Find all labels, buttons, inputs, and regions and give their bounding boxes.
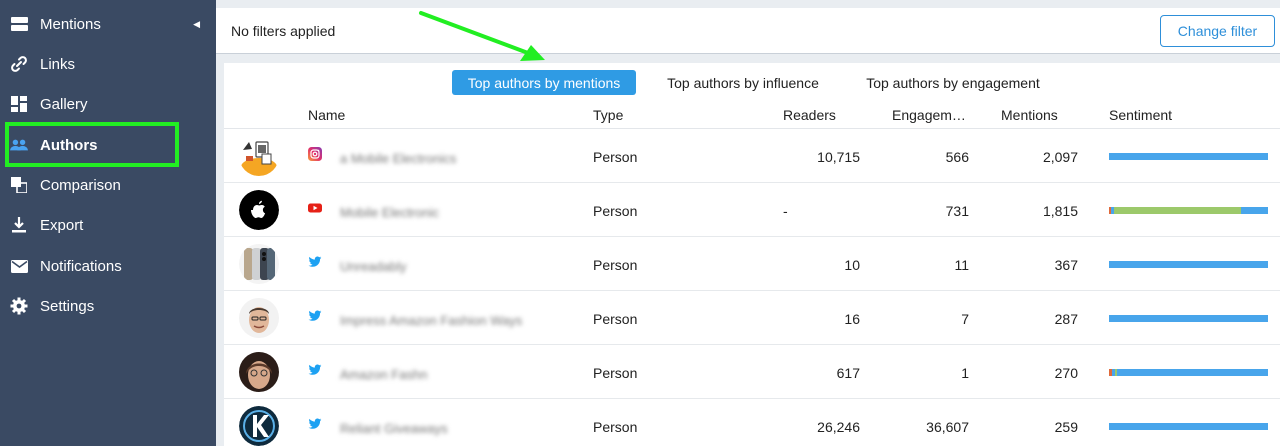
avatar[interactable] (239, 136, 279, 176)
author-type: Person (593, 419, 638, 435)
twitter-icon (308, 309, 322, 323)
sidebar-item-export[interactable]: Export (0, 205, 216, 245)
table-row[interactable]: Reliant Giveaways Person 26,246 36,607 2… (224, 399, 1280, 446)
author-mentions: 367 (1054, 257, 1078, 273)
avatar[interactable] (239, 352, 279, 392)
sidebar-item-comparison[interactable]: Comparison (0, 165, 216, 205)
avatar[interactable] (239, 244, 279, 284)
sidebar-item-settings[interactable]: Settings (0, 286, 216, 326)
author-mentions: 270 (1054, 365, 1078, 381)
mentions-icon (10, 15, 28, 33)
sentiment-positive-segment (1113, 207, 1241, 214)
author-name[interactable]: Reliant Giveaways (340, 421, 448, 436)
avatar[interactable] (239, 190, 279, 230)
avatar[interactable] (239, 298, 279, 338)
sidebar-item-label: Export (40, 216, 84, 234)
table-row[interactable]: Amazon Fashn Person 617 1 270 (224, 345, 1280, 399)
sidebar-item-notifications[interactable]: Notifications (0, 246, 216, 286)
gear-icon (10, 297, 28, 315)
author-engagement: 36,607 (926, 419, 969, 435)
sidebar: Mentions ◀ Links Gallery Authors Compari… (0, 0, 216, 446)
author-name[interactable]: Mobile Electronic (340, 205, 439, 220)
twitter-icon (308, 417, 322, 431)
tab-bar: Top authors by mentions Top authors by i… (224, 70, 1280, 95)
highlight-box (5, 122, 179, 167)
collapse-caret-icon[interactable]: ◀ (193, 19, 200, 30)
author-engagement: 566 (945, 149, 969, 165)
column-header-mentions[interactable]: Mentions (1001, 107, 1058, 123)
author-type: Person (593, 149, 638, 165)
author-type: Person (593, 365, 638, 381)
link-icon (10, 55, 28, 73)
author-readers: - (783, 203, 788, 219)
column-header-name[interactable]: Name (308, 107, 345, 123)
sidebar-item-label: Notifications (40, 257, 122, 275)
sentiment-bar[interactable] (1109, 261, 1268, 268)
authors-panel: Top authors by mentions Top authors by i… (224, 63, 1280, 446)
envelope-icon (10, 257, 28, 275)
gallery-icon (10, 95, 28, 113)
author-mentions: 287 (1054, 311, 1078, 327)
table-row[interactable]: Mobile Electronic Person - 731 1,815 (224, 183, 1280, 237)
author-engagement: 731 (945, 203, 969, 219)
column-header-sentiment[interactable]: Sentiment (1109, 107, 1172, 123)
sentiment-bar[interactable] (1109, 153, 1268, 160)
export-icon (10, 216, 28, 234)
author-mentions: 2,097 (1042, 149, 1078, 165)
sidebar-item-mentions[interactable]: Mentions ◀ (0, 4, 216, 44)
sidebar-item-label: Gallery (40, 95, 88, 113)
author-mentions: 1,815 (1042, 203, 1078, 219)
comparison-icon (10, 176, 28, 194)
tab-top-authors-by-mentions[interactable]: Top authors by mentions (452, 70, 636, 95)
sidebar-item-label: Comparison (40, 176, 121, 194)
table-row[interactable]: Impress Amazon Fashion Ways Person 16 7 … (224, 291, 1280, 345)
instagram-icon (308, 147, 322, 161)
filter-bar: No filters applied Change filter (216, 8, 1280, 54)
column-header-readers[interactable]: Readers (783, 107, 836, 123)
author-name[interactable]: Impress Amazon Fashion Ways (340, 313, 522, 328)
author-name[interactable]: a Mobile Electronics (340, 151, 456, 166)
column-header-type[interactable]: Type (593, 107, 623, 123)
sentiment-bar[interactable] (1109, 207, 1268, 214)
filter-status: No filters applied (231, 23, 336, 39)
author-type: Person (593, 203, 638, 219)
twitter-icon (308, 363, 322, 377)
author-name[interactable]: Amazon Fashn (340, 367, 427, 382)
author-engagement: 11 (954, 257, 969, 273)
author-readers: 26,246 (817, 419, 860, 435)
author-type: Person (593, 311, 638, 327)
avatar[interactable] (239, 406, 279, 446)
author-readers: 617 (836, 365, 860, 381)
column-header-engagement[interactable]: Engagem… (892, 107, 966, 123)
sentiment-bar[interactable] (1109, 369, 1268, 376)
twitter-icon (308, 255, 322, 269)
table-row[interactable]: Unreadably Person 10 11 367 (224, 237, 1280, 291)
sentiment-bar[interactable] (1109, 315, 1268, 322)
author-readers: 10,715 (817, 149, 860, 165)
author-type: Person (593, 257, 638, 273)
sidebar-item-gallery[interactable]: Gallery (0, 84, 216, 124)
sentiment-positive-segment (1115, 369, 1117, 376)
youtube-icon (308, 201, 322, 215)
author-engagement: 1 (961, 365, 969, 381)
author-mentions: 259 (1054, 419, 1078, 435)
tab-top-authors-by-engagement[interactable]: Top authors by engagement (856, 70, 1050, 95)
table-row[interactable]: a Mobile Electronics Person 10,715 566 2… (224, 129, 1280, 183)
author-readers: 16 (844, 311, 860, 327)
author-readers: 10 (844, 257, 860, 273)
sidebar-item-label: Links (40, 55, 76, 73)
sentiment-bar[interactable] (1109, 423, 1268, 430)
sidebar-item-links[interactable]: Links (0, 44, 216, 84)
tab-top-authors-by-influence[interactable]: Top authors by influence (658, 70, 828, 95)
sidebar-item-label: Settings (40, 297, 95, 315)
change-filter-button[interactable]: Change filter (1160, 15, 1275, 47)
table-header: Name Type Readers Engagem… Mentions Sent… (224, 99, 1280, 129)
author-engagement: 7 (961, 311, 969, 327)
sidebar-item-label: Mentions (40, 15, 101, 33)
author-name[interactable]: Unreadably (340, 259, 407, 274)
